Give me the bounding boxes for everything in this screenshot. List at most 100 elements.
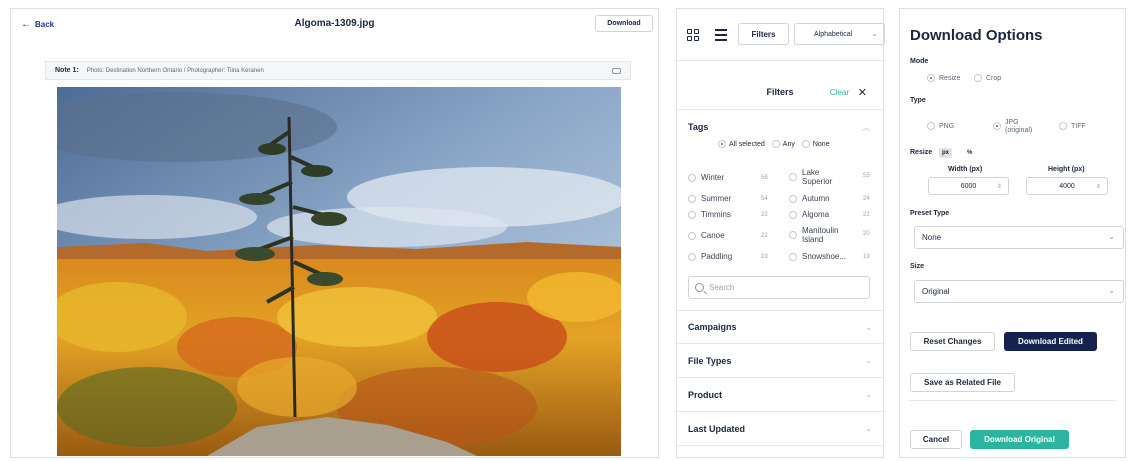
type-tiff-option[interactable]: TIFF bbox=[1059, 122, 1086, 130]
tag-mode-any[interactable]: Any bbox=[771, 140, 795, 148]
section-campaigns[interactable]: Campaigns ⌄ bbox=[677, 310, 883, 344]
filters-title: Filters bbox=[766, 87, 794, 97]
tag-count: 19 bbox=[863, 253, 870, 260]
list-view-icon[interactable] bbox=[715, 29, 727, 41]
tag-mode-label: All selected bbox=[729, 140, 765, 148]
mode-label: Mode bbox=[910, 58, 929, 65]
radio-icon bbox=[688, 173, 696, 182]
image-viewer-panel: ← Back Algoma-1309.jpg Download Note 1: … bbox=[10, 8, 659, 458]
radio-icon bbox=[718, 140, 726, 148]
save-related-file-button[interactable]: Save as Related File bbox=[910, 373, 1015, 392]
eye-icon[interactable] bbox=[612, 67, 621, 74]
stepper-icon[interactable]: ⇕ bbox=[1096, 183, 1101, 190]
tag-item[interactable]: Paddling 19 bbox=[688, 252, 774, 261]
reset-changes-button[interactable]: Reset Changes bbox=[910, 332, 995, 351]
filters-button[interactable]: Filters bbox=[738, 23, 789, 45]
chevron-down-icon: ⌄ bbox=[871, 29, 878, 38]
type-jpg-sub: (original) bbox=[1005, 127, 1033, 134]
chevron-down-icon: ⌄ bbox=[1108, 232, 1115, 241]
download-edited-button[interactable]: Download Edited bbox=[1004, 332, 1097, 351]
radio-icon bbox=[688, 210, 696, 219]
autumn-landscape-photo bbox=[57, 87, 621, 456]
view-toolbar: Filters Alphabetical ⌄ bbox=[677, 9, 885, 61]
height-input[interactable]: 4000 ⇕ bbox=[1026, 177, 1108, 195]
resize-label: Resize bbox=[910, 149, 933, 156]
radio-icon bbox=[789, 231, 797, 239]
radio-icon bbox=[789, 173, 797, 181]
unit-percent-toggle[interactable]: % bbox=[964, 148, 975, 158]
tag-item[interactable]: Lake Superior 55 bbox=[789, 168, 875, 186]
tag-item[interactable]: Algoma 22 bbox=[789, 210, 875, 219]
note-text: Photo: Destination Northern Ontario / Ph… bbox=[86, 67, 264, 74]
tag-name: Manitoulin Island bbox=[802, 226, 839, 244]
radio-icon bbox=[789, 210, 797, 219]
tag-count: 24 bbox=[863, 195, 870, 202]
sort-select[interactable]: Alphabetical ⌄ bbox=[794, 23, 885, 45]
type-png-option[interactable]: PNG bbox=[927, 122, 954, 130]
download-button[interactable]: Download bbox=[595, 15, 653, 32]
grid-view-icon[interactable] bbox=[687, 29, 699, 41]
tag-item[interactable]: Autumn 24 bbox=[789, 194, 875, 203]
radio-icon bbox=[993, 122, 1001, 130]
tag-count: 20 bbox=[863, 231, 870, 237]
tag-name: Algoma bbox=[802, 210, 830, 219]
type-label: Type bbox=[910, 97, 926, 104]
chevron-down-icon: ⌄ bbox=[865, 356, 872, 365]
unit-px-toggle[interactable]: px bbox=[939, 148, 953, 158]
radio-icon bbox=[789, 252, 797, 261]
chevron-up-icon[interactable]: ︿ bbox=[862, 122, 870, 133]
section-product[interactable]: Product ⌄ bbox=[677, 378, 883, 412]
download-options-title: Download Options bbox=[910, 27, 1043, 44]
close-icon[interactable]: ✕ bbox=[858, 86, 867, 99]
tag-item[interactable]: Canoe 22 bbox=[688, 231, 774, 240]
tag-item[interactable]: Summer 54 bbox=[688, 194, 774, 203]
tag-item[interactable]: Manitoulin Island 20 bbox=[789, 226, 875, 244]
width-input[interactable]: 6000 ⇕ bbox=[928, 177, 1009, 195]
tag-item[interactable]: Snowshoe... 19 bbox=[789, 252, 875, 261]
tag-name: Timmins bbox=[701, 210, 731, 219]
tag-count: 58 bbox=[761, 174, 768, 181]
tag-count: 22 bbox=[761, 232, 768, 239]
section-label: Product bbox=[688, 389, 723, 400]
section-last-updated[interactable]: Last Updated ⌄ bbox=[677, 412, 883, 446]
tag-name: Snowshoe... bbox=[802, 252, 847, 261]
download-original-button[interactable]: Download Original bbox=[970, 430, 1069, 449]
radio-icon bbox=[801, 140, 810, 148]
mode-crop-option[interactable]: Crop bbox=[974, 74, 1001, 82]
stepper-icon[interactable]: ⇕ bbox=[997, 183, 1002, 190]
tag-mode-all[interactable]: All selected bbox=[718, 140, 765, 148]
clear-filters-link[interactable]: Clear bbox=[830, 88, 849, 97]
preset-type-select[interactable]: None ⌄ bbox=[914, 226, 1124, 249]
size-value: Original bbox=[922, 287, 950, 296]
radio-icon bbox=[789, 194, 797, 203]
radio-icon bbox=[927, 74, 935, 82]
search-placeholder: Search bbox=[709, 283, 735, 292]
tag-search-input[interactable]: Search bbox=[688, 276, 870, 299]
mode-option-label: Resize bbox=[939, 74, 961, 82]
radio-icon bbox=[974, 74, 982, 82]
size-select[interactable]: Original ⌄ bbox=[914, 280, 1124, 303]
type-option-label: PNG bbox=[939, 122, 955, 130]
tag-mode-none[interactable]: None bbox=[801, 140, 830, 148]
mode-option-label: Crop bbox=[986, 74, 1002, 82]
width-label: Width (px) bbox=[948, 166, 983, 173]
section-file-types[interactable]: File Types ⌄ bbox=[677, 344, 883, 378]
note-label: Note 1: bbox=[55, 67, 79, 74]
mode-resize-option[interactable]: Resize bbox=[927, 74, 960, 82]
radio-icon bbox=[771, 140, 780, 148]
tag-item[interactable]: Timmins 22 bbox=[688, 210, 774, 219]
type-jpg-option[interactable]: JPG (original) bbox=[993, 119, 1032, 135]
tag-name: Lake Superior bbox=[802, 168, 833, 186]
tag-count: 22 bbox=[761, 211, 768, 218]
tag-name: Winter bbox=[701, 173, 725, 182]
chevron-down-icon: ⌄ bbox=[865, 322, 872, 332]
filters-panel: Filters Alphabetical ⌄ Filters Clear ✕ T… bbox=[676, 8, 885, 458]
tags-section-title[interactable]: Tags bbox=[688, 122, 708, 132]
tag-count: 55 bbox=[863, 173, 870, 179]
section-label: Campaigns bbox=[688, 322, 737, 332]
tag-item[interactable]: Winter 58 bbox=[688, 173, 774, 182]
tag-name: Summer bbox=[701, 194, 732, 203]
file-title: Algoma-1309.jpg bbox=[294, 18, 375, 29]
section-label: File Types bbox=[688, 355, 732, 366]
cancel-button[interactable]: Cancel bbox=[910, 430, 962, 449]
